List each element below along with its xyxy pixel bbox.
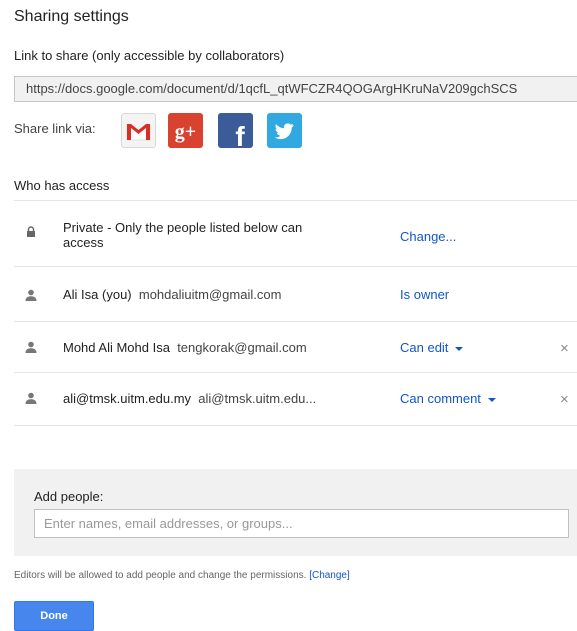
share-link-field[interactable]: https://docs.google.com/document/d/1qcfL… (14, 76, 577, 102)
editors-permission-note: Editors will be allowed to add people an… (14, 570, 350, 581)
owner-role-label: Is owner (400, 287, 450, 302)
remove-collaborator-button[interactable]: × (560, 391, 569, 408)
facebook-glyph: f (235, 121, 245, 148)
person-icon (24, 288, 38, 302)
collaborator-display-name: Ali Isa (you) (63, 287, 132, 302)
google-plus-icon[interactable]: g+ (168, 113, 203, 148)
access-row-editor: Mohd Ali Mohd Isa tengkorak@gmail.com Ca… (14, 321, 577, 373)
share-via-label: Share link via: (14, 121, 96, 136)
access-row-visibility: Private - Only the people listed below c… (14, 200, 577, 267)
collaborator-name: Ali Isa (you) mohdaliuitm@gmail.com (63, 287, 281, 302)
collaborator-display-name: ali@tmsk.uitm.edu.my (63, 391, 192, 406)
google-plus-glyph: g+ (175, 121, 196, 143)
permission-dropdown[interactable]: Can edit (400, 340, 464, 355)
dialog-title: Sharing settings (14, 8, 129, 25)
twitter-icon[interactable] (267, 113, 302, 148)
add-people-input[interactable] (34, 509, 569, 538)
permission-dropdown[interactable]: Can comment (400, 391, 496, 406)
person-icon (24, 340, 38, 354)
permission-dropdown-label: Can comment (400, 391, 481, 406)
access-row-commenter: ali@tmsk.uitm.edu.my ali@tmsk.uitm.edu..… (14, 372, 577, 426)
gmail-icon[interactable] (121, 113, 156, 148)
permission-dropdown-label: Can edit (400, 340, 449, 355)
visibility-line-1: Private - Only the people listed below c… (63, 220, 303, 235)
access-row-owner: Ali Isa (you) mohdaliuitm@gmail.com Is o… (14, 266, 577, 322)
collaborator-name: Mohd Ali Mohd Isa tengkorak@gmail.com (63, 340, 307, 355)
add-people-label: Add people: (34, 489, 104, 504)
facebook-icon[interactable]: f (218, 113, 253, 148)
remove-collaborator-button[interactable]: × (560, 340, 569, 357)
visibility-description: Private - Only the people listed below c… (63, 220, 302, 250)
add-people-panel: Add people: (14, 469, 577, 556)
who-has-access-label: Who has access (14, 178, 110, 193)
collaborator-email: ali@tmsk.uitm.edu... (198, 391, 317, 406)
editors-change-link[interactable]: [Change] (309, 570, 350, 581)
chevron-down-icon (487, 397, 496, 402)
change-visibility-link[interactable]: Change... (400, 229, 456, 244)
person-icon (24, 391, 38, 405)
collaborator-name: ali@tmsk.uitm.edu.my ali@tmsk.uitm.edu..… (63, 391, 316, 406)
lock-icon (24, 225, 38, 239)
visibility-line-2: access (63, 235, 104, 250)
collaborator-display-name: Mohd Ali Mohd Isa (63, 340, 170, 355)
collaborator-email: mohdaliuitm@gmail.com (138, 287, 282, 302)
editors-note-text: Editors will be allowed to add people an… (14, 570, 307, 581)
link-to-share-label: Link to share (only accessible by collab… (14, 48, 285, 63)
done-button[interactable]: Done (14, 601, 94, 631)
chevron-down-icon (455, 346, 464, 351)
collaborator-email: tengkorak@gmail.com (177, 340, 307, 355)
